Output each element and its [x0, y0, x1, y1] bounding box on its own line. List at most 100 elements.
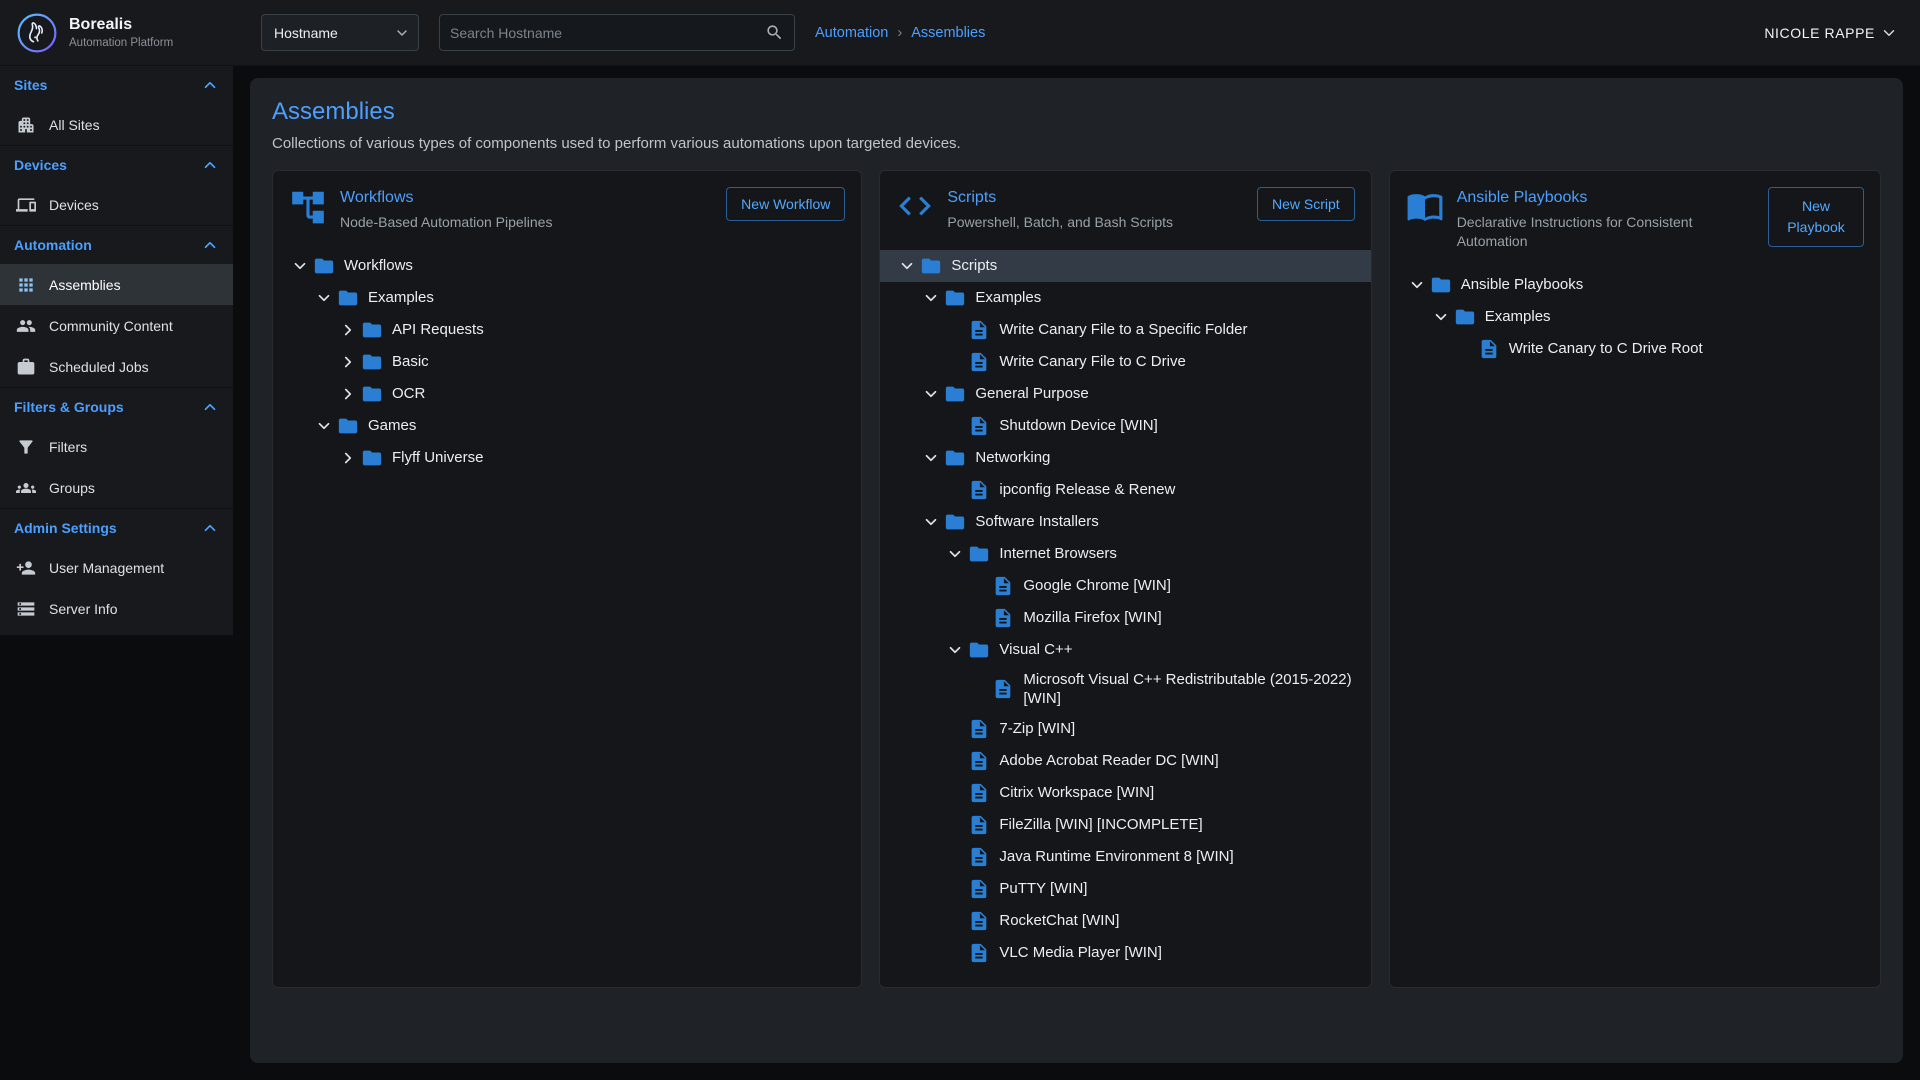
- brand: Borealis Automation Platform: [0, 12, 233, 54]
- tree-file-row[interactable]: Write Canary to C Drive Root: [1390, 333, 1880, 365]
- tree-file-row[interactable]: Citrix Workspace [WIN]: [880, 777, 1370, 809]
- sidebar-item-all-sites[interactable]: All Sites: [0, 104, 233, 145]
- search-icon[interactable]: [765, 23, 784, 42]
- tree-folder-row[interactable]: API Requests: [273, 314, 861, 346]
- hostname-select-value: Hostname: [274, 25, 338, 41]
- tree-file-row[interactable]: FileZilla [WIN] [INCOMPLETE]: [880, 809, 1370, 841]
- expand-chevron-icon[interactable]: [335, 449, 361, 467]
- sidebar-section-automation: AutomationAssemblies Community Content Sch…: [0, 225, 233, 387]
- file-icon: [968, 910, 990, 932]
- sidebar-section-header-automation[interactable]: Automation: [0, 226, 233, 264]
- folder-icon: [361, 351, 383, 373]
- tree-file-row[interactable]: Write Canary File to a Specific Folder: [880, 314, 1370, 346]
- tree-file-row[interactable]: Microsoft Visual C++ Redistributable (20…: [880, 666, 1370, 713]
- tree-folder-row[interactable]: Ansible Playbooks: [1390, 269, 1880, 301]
- tree-folder-row[interactable]: Workflows: [273, 250, 861, 282]
- tree-item-label: Internet Browsers: [999, 541, 1117, 567]
- sidebar-item-user-management[interactable]: User Management: [0, 547, 233, 588]
- sidebar-item-label: Filters: [49, 439, 87, 455]
- collapse-chevron-icon[interactable]: [311, 289, 337, 307]
- collapse-chevron-icon[interactable]: [918, 385, 944, 403]
- expand-chevron-icon[interactable]: [335, 353, 361, 371]
- storage-icon: [16, 599, 36, 619]
- tree-folder-row[interactable]: Networking: [880, 442, 1370, 474]
- tree-file-row[interactable]: ipconfig Release & Renew: [880, 474, 1370, 506]
- tree-folder-row[interactable]: Games: [273, 410, 861, 442]
- scripts-card-header: Scripts Powershell, Batch, and Bash Scri…: [880, 171, 1370, 240]
- tree-folder-row[interactable]: Examples: [273, 282, 861, 314]
- file-icon: [968, 814, 990, 836]
- collapse-chevron-icon[interactable]: [918, 449, 944, 467]
- sidebar-section-header-admin-settings[interactable]: Admin Settings: [0, 509, 233, 547]
- sidebar-item-label: Devices: [49, 197, 99, 213]
- tree-file-row[interactable]: PuTTY [WIN]: [880, 873, 1370, 905]
- tree-folder-row[interactable]: Examples: [1390, 301, 1880, 333]
- brand-subtitle: Automation Platform: [69, 37, 173, 49]
- collapse-chevron-icon[interactable]: [1428, 308, 1454, 326]
- sidebar-section-header-filters-groups[interactable]: Filters & Groups: [0, 388, 233, 426]
- chevron-spacer: [942, 321, 968, 339]
- tree-file-row[interactable]: Write Canary File to C Drive: [880, 346, 1370, 378]
- chevron-spacer: [942, 353, 968, 371]
- collapse-chevron-icon[interactable]: [918, 513, 944, 531]
- scripts-card: Scripts Powershell, Batch, and Bash Scri…: [879, 170, 1371, 988]
- new-playbook-button[interactable]: New Playbook: [1768, 187, 1864, 247]
- main-panel: Assemblies Collections of various types …: [250, 78, 1903, 1063]
- tree-item-label: Basic: [392, 349, 429, 375]
- collapse-chevron-icon[interactable]: [287, 257, 313, 275]
- tree-file-row[interactable]: Shutdown Device [WIN]: [880, 410, 1370, 442]
- sidebar-section-header-sites[interactable]: Sites: [0, 66, 233, 104]
- user-menu[interactable]: NICOLE RAPPE: [1764, 24, 1898, 42]
- collapse-chevron-icon[interactable]: [918, 289, 944, 307]
- expand-chevron-icon[interactable]: [335, 385, 361, 403]
- collapse-chevron-icon[interactable]: [1404, 276, 1430, 294]
- chevron-spacer: [1452, 340, 1478, 358]
- collapse-chevron-icon[interactable]: [942, 641, 968, 659]
- tree-folder-row[interactable]: Examples: [880, 282, 1370, 314]
- new-script-button[interactable]: New Script: [1257, 187, 1355, 221]
- tree-folder-row[interactable]: Internet Browsers: [880, 538, 1370, 570]
- tree-file-row[interactable]: Adobe Acrobat Reader DC [WIN]: [880, 745, 1370, 777]
- sidebar-item-groups[interactable]: Groups: [0, 467, 233, 508]
- sidebar-item-server-info[interactable]: Server Info: [0, 588, 233, 629]
- sidebar-item-filters[interactable]: Filters: [0, 426, 233, 467]
- tree-item-label: Write Canary to C Drive Root: [1509, 336, 1703, 362]
- sidebar-item-community-content[interactable]: Community Content: [0, 305, 233, 346]
- tree-folder-row[interactable]: Visual C++: [880, 634, 1370, 666]
- hostname-select[interactable]: Hostname: [261, 14, 419, 51]
- tree-file-row[interactable]: Google Chrome [WIN]: [880, 570, 1370, 602]
- tree-file-row[interactable]: Mozilla Firefox [WIN]: [880, 602, 1370, 634]
- breadcrumb-automation[interactable]: Automation: [815, 25, 888, 41]
- new-workflow-button[interactable]: New Workflow: [726, 187, 845, 221]
- search-input[interactable]: [450, 25, 765, 41]
- breadcrumb-assemblies[interactable]: Assemblies: [911, 25, 985, 41]
- tree-folder-row[interactable]: General Purpose: [880, 378, 1370, 410]
- sidebar-item-assemblies[interactable]: Assemblies: [0, 264, 233, 305]
- tree-file-row[interactable]: RocketChat [WIN]: [880, 905, 1370, 937]
- sidebar-item-scheduled-jobs[interactable]: Scheduled Jobs: [0, 346, 233, 387]
- tree-folder-row[interactable]: Flyff Universe: [273, 442, 861, 474]
- collapse-chevron-icon[interactable]: [942, 545, 968, 563]
- tree-file-row[interactable]: 7-Zip [WIN]: [880, 713, 1370, 745]
- expand-chevron-icon[interactable]: [335, 321, 361, 339]
- tree-folder-row[interactable]: OCR: [273, 378, 861, 410]
- tree-file-row[interactable]: VLC Media Player [WIN]: [880, 937, 1370, 969]
- collapse-chevron-icon[interactable]: [894, 257, 920, 275]
- chevron-up-icon: [201, 519, 219, 537]
- tree-file-row[interactable]: Java Runtime Environment 8 [WIN]: [880, 841, 1370, 873]
- tree-folder-row[interactable]: Scripts: [880, 250, 1370, 282]
- tree-item-label: 7-Zip [WIN]: [999, 716, 1075, 742]
- playbooks-card: Ansible Playbooks Declarative Instructio…: [1389, 170, 1881, 988]
- sidebar-item-label: Community Content: [49, 318, 173, 334]
- collapse-chevron-icon[interactable]: [311, 417, 337, 435]
- tree-folder-row[interactable]: Software Installers: [880, 506, 1370, 538]
- tree-item-label: ipconfig Release & Renew: [999, 477, 1175, 503]
- tree-folder-row[interactable]: Basic: [273, 346, 861, 378]
- page-description: Collections of various types of componen…: [272, 135, 1881, 152]
- chevron-spacer: [966, 609, 992, 627]
- folder-icon: [968, 543, 990, 565]
- sidebar-section-header-devices[interactable]: Devices: [0, 146, 233, 184]
- sidebar-item-devices[interactable]: Devices: [0, 184, 233, 225]
- chevron-up-icon: [201, 236, 219, 254]
- tree-item-label: Networking: [975, 445, 1050, 471]
